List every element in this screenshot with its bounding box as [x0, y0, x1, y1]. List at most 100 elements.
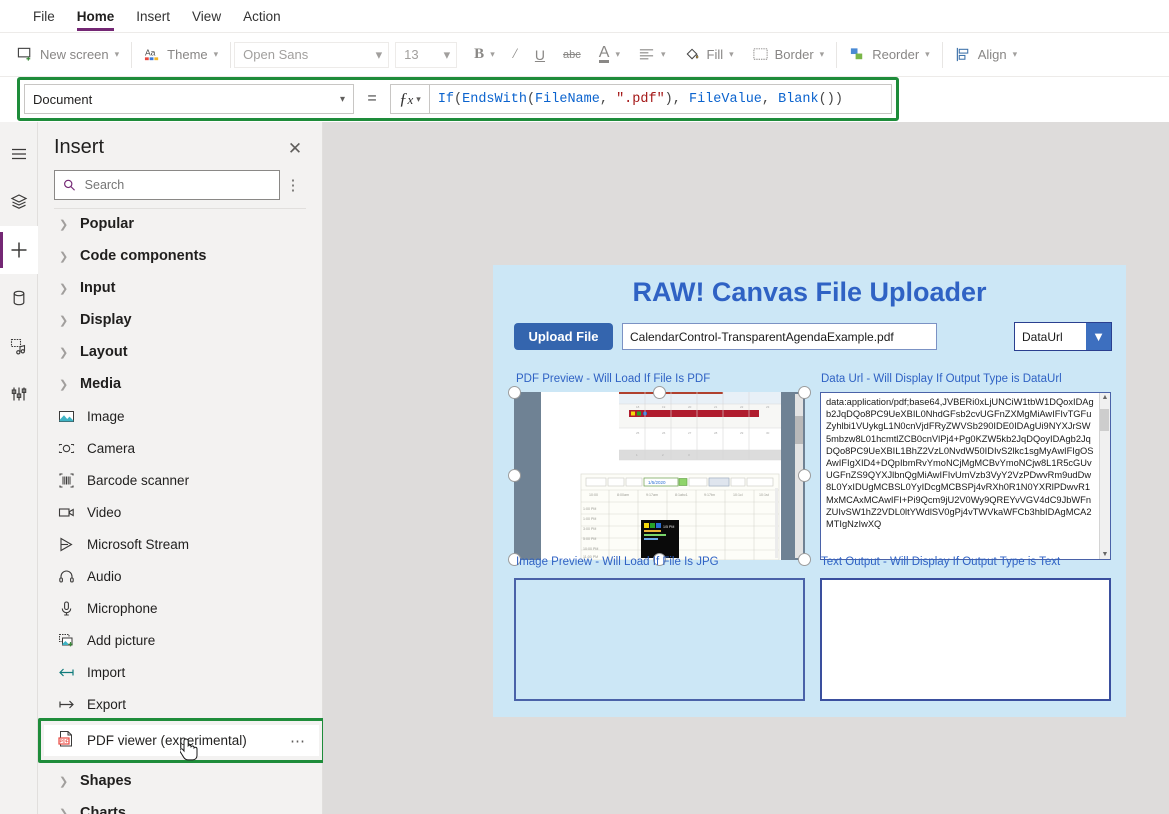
insert-item-add-picture[interactable]: Add picture — [38, 624, 322, 656]
align-button[interactable]: Align ▾ — [946, 40, 1026, 70]
new-screen-button[interactable]: New screen ▾ — [8, 40, 128, 70]
menu-item-home[interactable]: Home — [66, 0, 126, 33]
fill-button[interactable]: Fill ▾ — [675, 40, 743, 70]
chevron-right-icon: ❯ — [59, 807, 69, 814]
menu-item-insert[interactable]: Insert — [125, 0, 181, 33]
upload-file-button[interactable]: Upload File — [514, 323, 613, 350]
file-name-field[interactable]: CalendarControl-TransparentAgendaExample… — [622, 323, 937, 350]
insert-group-layout[interactable]: ❯ Layout — [38, 336, 322, 368]
insert-group-shapes[interactable]: ❯ Shapes — [38, 765, 322, 797]
fx-button[interactable]: ƒx ▾ — [390, 84, 429, 114]
search-input[interactable] — [82, 177, 271, 193]
property-select[interactable]: Document ▾ — [24, 84, 354, 114]
insert-button[interactable] — [0, 226, 38, 274]
tree-view-button[interactable] — [0, 178, 38, 226]
search-icon — [64, 179, 75, 191]
insert-item-export[interactable]: Export — [38, 688, 322, 720]
resize-handle-w[interactable] — [508, 469, 521, 482]
reorder-button[interactable]: Reorder ▾ — [840, 40, 939, 70]
insert-item-microphone[interactable]: Microphone — [38, 592, 322, 624]
search-box[interactable] — [54, 170, 280, 200]
menu-item-action[interactable]: Action — [232, 0, 292, 33]
data-url-scrollbar-thumb[interactable] — [1100, 409, 1109, 431]
chevron-down-icon: ▾ — [925, 49, 930, 59]
image-preview-control[interactable] — [514, 578, 805, 701]
stream-icon — [57, 535, 75, 553]
underline-button[interactable]: U — [526, 40, 554, 70]
formula-token: If — [437, 91, 455, 107]
menu-item-file[interactable]: File — [22, 0, 66, 33]
chevron-down-icon: ▾ — [615, 49, 620, 59]
resize-handle-e[interactable] — [798, 469, 811, 482]
data-url-textbox[interactable]: data:application/pdf;base64,JVBERi0xLjUN… — [820, 392, 1111, 560]
pdf-page-render: 181920 212223 252627 282930 123 — [541, 392, 781, 560]
chevron-right-icon: ❯ — [59, 775, 69, 788]
insert-group-code-components[interactable]: ❯ Code components — [38, 240, 322, 272]
media-button[interactable] — [0, 322, 38, 370]
svg-text:27: 27 — [688, 431, 692, 435]
bold-button[interactable]: B ▾ — [465, 40, 504, 70]
search-row: ⋮ — [54, 170, 306, 200]
insert-item-video[interactable]: Video — [38, 496, 322, 528]
align-label: Align — [977, 47, 1007, 62]
insert-group-input[interactable]: ❯ Input — [38, 272, 322, 304]
svg-text:Aa: Aa — [145, 47, 156, 57]
font-color-button[interactable]: A ▾ — [590, 40, 629, 70]
menu-item-view[interactable]: View — [181, 0, 232, 33]
border-button[interactable]: Border ▾ — [743, 40, 834, 70]
pdf-icon: PDF — [57, 730, 75, 751]
theme-button[interactable]: Aa Theme ▾ — [135, 40, 227, 70]
formula-input[interactable]: If(EndsWith(FileName, ".pdf"), FileValue… — [428, 84, 892, 114]
data-button[interactable] — [0, 274, 38, 322]
scroll-down-icon[interactable]: ▼ — [1102, 551, 1109, 558]
reorder-label: Reorder — [872, 47, 920, 62]
insert-item-label: Microsoft Stream — [87, 536, 190, 552]
pdf-scrollbar-thumb[interactable] — [795, 416, 803, 444]
insert-group-charts[interactable]: ❯ Charts — [38, 797, 322, 814]
insert-item-label: Microphone — [87, 600, 158, 616]
audio-icon — [57, 567, 75, 585]
insert-item-pdf-viewer[interactable]: PDF PDF viewer (experimental) ⋯ — [44, 725, 319, 756]
insert-group-display[interactable]: ❯ Display — [38, 304, 322, 336]
text-align-button[interactable]: ▾ — [629, 40, 675, 70]
insert-item-barcode-scanner[interactable]: Barcode scanner — [38, 464, 322, 496]
insert-item-audio[interactable]: Audio — [38, 560, 322, 592]
advanced-tools-button[interactable] — [0, 370, 38, 418]
bold-icon: B — [474, 46, 485, 62]
chevron-down-icon[interactable]: ▼ — [1086, 323, 1111, 350]
chevron-down-icon: ▾ — [490, 49, 495, 59]
scroll-up-icon[interactable]: ▲ — [1102, 394, 1109, 401]
insert-group-popular[interactable]: ❯ Popular — [38, 208, 322, 240]
svg-text:9:17am: 9:17am — [646, 493, 658, 497]
resize-handle-ne[interactable] — [798, 386, 811, 399]
close-icon[interactable]: ✕ — [284, 138, 306, 160]
svg-text:25: 25 — [636, 431, 640, 435]
insert-item-import[interactable]: Import — [38, 656, 322, 688]
insert-item-image[interactable]: Image — [38, 400, 322, 432]
border-icon — [753, 48, 768, 60]
font-family-select[interactable]: Open Sans ▾ — [234, 41, 390, 68]
svg-text:19: 19 — [662, 405, 666, 409]
chevron-down-icon: ▾ — [443, 46, 451, 62]
resize-handle-n[interactable] — [653, 386, 666, 399]
insert-group-media[interactable]: ❯ Media — [38, 368, 322, 400]
resize-handle-nw[interactable] — [508, 386, 521, 399]
svg-text:10:00 PM: 10:00 PM — [583, 547, 598, 551]
resize-handle-se[interactable] — [798, 553, 811, 566]
output-type-select[interactable]: DataUrl ▼ — [1014, 322, 1112, 351]
svg-text:10:1st: 10:1st — [759, 493, 769, 497]
italic-button[interactable]: / — [504, 40, 526, 70]
chevron-down-icon: ▾ — [819, 49, 825, 59]
text-output-control[interactable] — [820, 578, 1111, 701]
more-options-icon[interactable]: ⋮ — [280, 178, 306, 193]
formula-token: FileValue — [688, 91, 762, 107]
strikethrough-button[interactable]: abc — [554, 40, 590, 70]
formula-token: ".pdf" — [616, 91, 665, 107]
insert-item-microsoft-stream[interactable]: Microsoft Stream — [38, 528, 322, 560]
more-options-icon[interactable]: ⋯ — [290, 732, 305, 750]
data-url-scrollbar[interactable]: ▲ ▼ — [1099, 393, 1110, 559]
insert-item-camera[interactable]: Camera — [38, 432, 322, 464]
font-size-select[interactable]: 13 ▾ — [395, 41, 458, 68]
hamburger-menu-button[interactable] — [0, 130, 38, 178]
pdf-viewer-control[interactable]: 181920 212223 252627 282930 123 — [514, 392, 805, 560]
